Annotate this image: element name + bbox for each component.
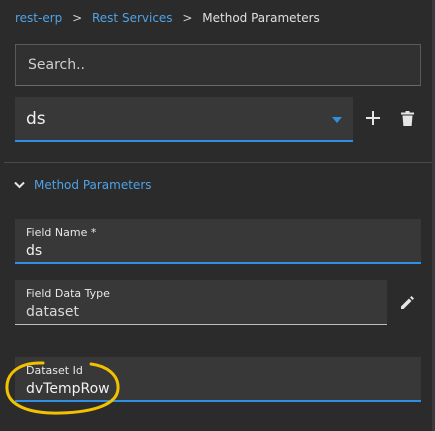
method-select-value: ds [26,108,46,129]
search-box [15,44,421,86]
method-parameters-panel: rest-erp > Rest Services > Method Parame… [0,0,435,431]
divider [4,162,432,163]
section-title: Method Parameters [34,178,152,192]
section-toggle-method-parameters[interactable]: Method Parameters [14,178,152,192]
field-data-type-input[interactable]: Field Data Type dataset [15,280,387,325]
edit-data-type-button[interactable] [397,292,417,312]
breadcrumb-separator: > [72,11,83,25]
breadcrumb-link-rest-erp[interactable]: rest-erp [15,11,62,25]
chevron-down-icon [14,181,25,189]
dataset-id-label: Dataset Id [26,364,83,377]
field-data-type-label: Field Data Type [26,287,110,300]
breadcrumb-separator: > [182,11,193,25]
plus-icon [366,111,380,125]
add-method-button[interactable] [363,108,383,128]
dataset-id-input[interactable]: Dataset Id dvTempRow [15,357,421,402]
field-name-value: ds [26,243,43,259]
field-data-type-value: dataset [26,304,79,320]
delete-method-button[interactable] [397,108,417,128]
breadcrumb-link-rest-services[interactable]: Rest Services [92,11,173,25]
breadcrumb: rest-erp > Rest Services > Method Parame… [15,10,320,26]
dataset-id-value: dvTempRow [26,381,110,397]
search-input[interactable] [26,56,420,74]
caret-down-icon[interactable] [332,117,342,123]
field-name-input[interactable]: Field Name * ds [15,219,421,264]
trash-icon [400,110,414,126]
method-select[interactable]: ds [15,97,353,142]
field-name-label: Field Name * [26,226,97,239]
pencil-icon [400,295,414,309]
breadcrumb-current: Method Parameters [202,11,320,25]
